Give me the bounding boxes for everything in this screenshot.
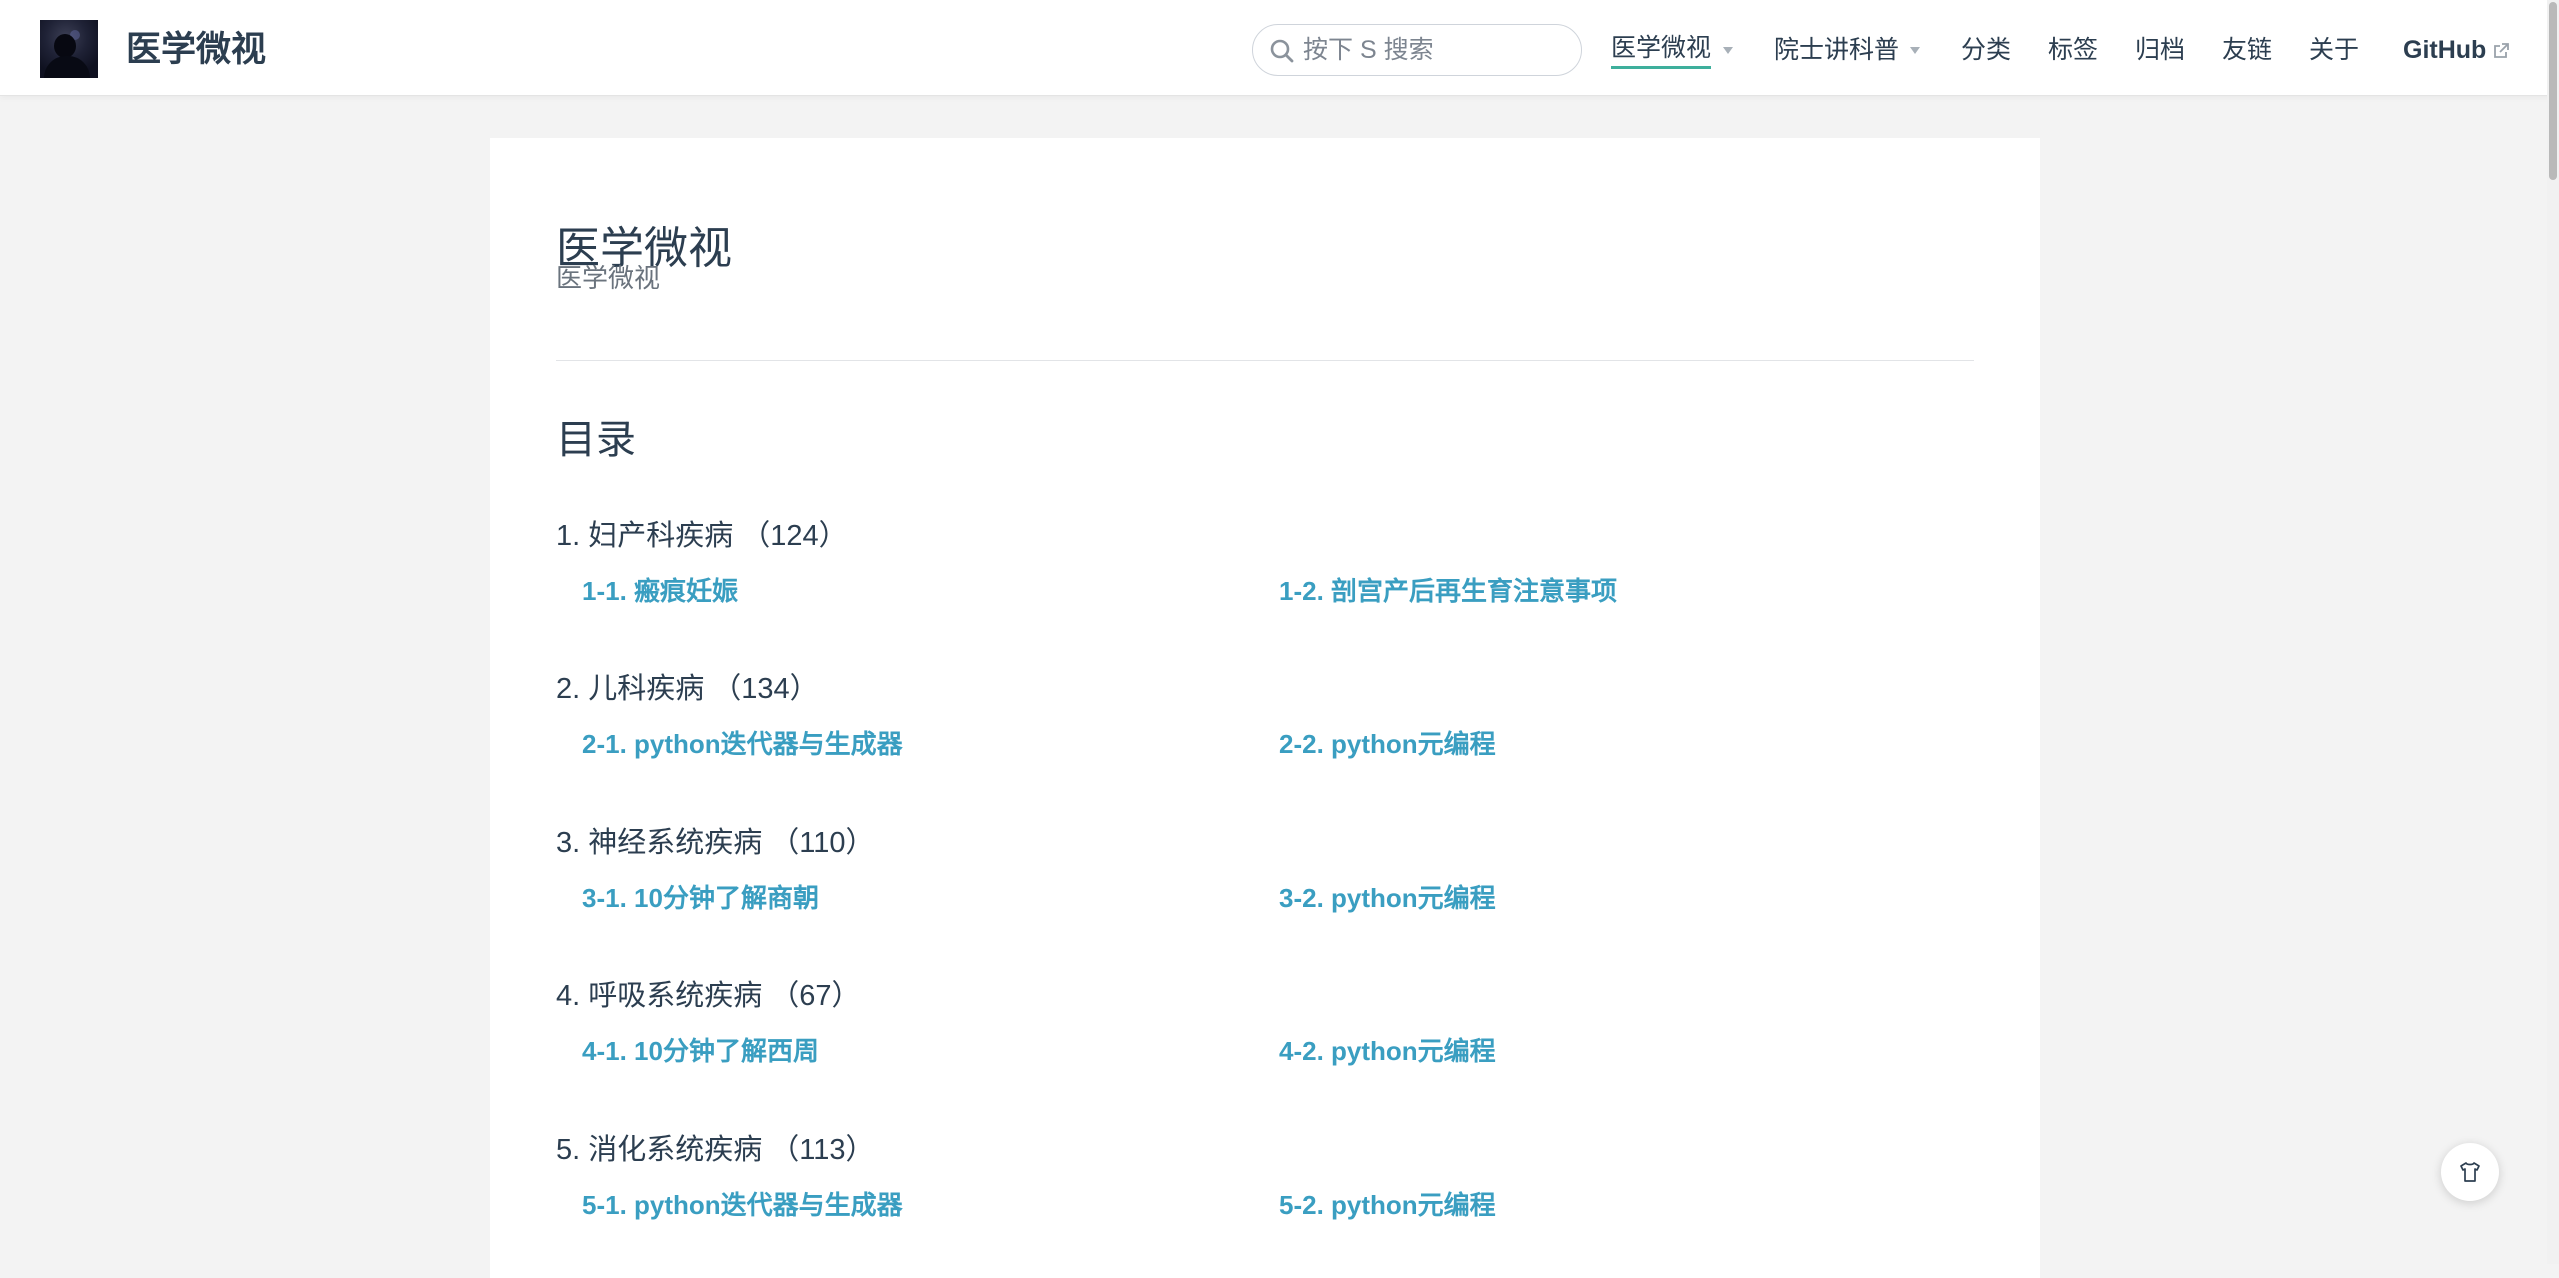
toc-link[interactable]: 3-2. python元编程 bbox=[1279, 879, 1496, 917]
caret-down-icon[interactable] bbox=[1910, 47, 1920, 54]
toc-link[interactable]: 4-2. python元编程 bbox=[1279, 1032, 1496, 1070]
toc-link[interactable]: 4-1. 10分钟了解西周 bbox=[582, 1032, 819, 1070]
tshirt-icon bbox=[2460, 1162, 2480, 1182]
toc-link[interactable]: 1-2. 剖宫产后再生育注意事项 bbox=[1279, 572, 1617, 610]
nav-item-categories[interactable]: 分类 bbox=[1961, 30, 2011, 70]
toc-link[interactable]: 2-1. python迭代器与生成器 bbox=[582, 725, 903, 763]
section-heading: 5. 消化系统疾病 （113） bbox=[556, 1134, 875, 1166]
nav-item-github[interactable]: GitHub bbox=[2403, 30, 2486, 70]
nav-item-tags[interactable]: 标签 bbox=[2048, 30, 2098, 70]
nav-item-label: 关于 bbox=[2309, 36, 2360, 64]
toc-link[interactable]: 5-2. python元编程 bbox=[1279, 1186, 1496, 1224]
divider bbox=[556, 360, 1974, 361]
caret-down-icon[interactable] bbox=[1723, 47, 1733, 54]
toc-link[interactable]: 1-1. 瘢痕妊娠 bbox=[582, 572, 738, 610]
page-subtitle: 医学微视 bbox=[556, 263, 661, 293]
search-icon bbox=[1270, 39, 1294, 63]
page-scrollbar[interactable] bbox=[2547, 0, 2559, 1264]
scrollbar-thumb[interactable] bbox=[2549, 2, 2557, 180]
nav-item-label: GitHub bbox=[2403, 36, 2487, 64]
search-box[interactable] bbox=[1252, 24, 1582, 76]
toc-link[interactable]: 2-2. python元编程 bbox=[1279, 725, 1496, 763]
search-input[interactable] bbox=[1303, 33, 1563, 67]
nav-item-label: 医学微视 bbox=[1611, 34, 1712, 62]
toc-section: 2. 儿科疾病 （134） 2-1. python迭代器与生成器 2-2. py… bbox=[556, 669, 1974, 789]
nav-item-label: 友链 bbox=[2222, 36, 2273, 64]
site-name[interactable]: 医学微视 bbox=[126, 24, 266, 76]
section-heading: 4. 呼吸系统疾病 （67） bbox=[556, 980, 861, 1012]
nav-item-label: 院士讲科普 bbox=[1774, 36, 1900, 64]
nav-item-label: 标签 bbox=[2048, 36, 2099, 64]
nav-item-academician-science[interactable]: 院士讲科普 bbox=[1774, 30, 1899, 70]
nav-item-label: 分类 bbox=[1961, 36, 2012, 64]
nav-item-archives[interactable]: 归档 bbox=[2135, 30, 2185, 70]
toc-link[interactable]: 5-1. python迭代器与生成器 bbox=[582, 1186, 903, 1224]
toc-title: 目录 bbox=[556, 418, 636, 462]
section-heading: 3. 神经系统疾病 （110） bbox=[556, 827, 875, 859]
toc-section: 1. 妇产科疾病 （124） 1-1. 瘢痕妊娠 1-2. 剖宫产后再生育注意事… bbox=[556, 516, 1974, 636]
top-navbar: 医学微视 医学微视 院士讲科普 分类 标签 归档 友链 关于 GitHub bbox=[0, 0, 2559, 96]
site-logo-avatar[interactable] bbox=[40, 20, 98, 78]
toc-section: 5. 消化系统疾病 （113） 5-1. python迭代器与生成器 5-2. … bbox=[556, 1130, 1974, 1250]
section-heading: 2. 儿科疾病 （134） bbox=[556, 673, 819, 705]
nav-item-friend-links[interactable]: 友链 bbox=[2222, 30, 2272, 70]
nav-item-about[interactable]: 关于 bbox=[2309, 30, 2359, 70]
toc-section: 4. 呼吸系统疾病 （67） 4-1. 10分钟了解西周 4-2. python… bbox=[556, 976, 1974, 1096]
section-heading: 1. 妇产科疾病 （124） bbox=[556, 520, 848, 552]
nav-item-medical-view[interactable]: 医学微视 bbox=[1611, 30, 1712, 69]
toc-link[interactable]: 3-1. 10分钟了解商朝 bbox=[582, 879, 819, 917]
theme-toggle-button[interactable] bbox=[2441, 1143, 2499, 1201]
toc-section: 3. 神经系统疾病 （110） 3-1. 10分钟了解商朝 3-2. pytho… bbox=[556, 823, 1974, 943]
nav-item-label: 归档 bbox=[2135, 36, 2186, 64]
external-link-icon bbox=[2494, 43, 2509, 58]
content-card: 医学微视 医学微视 目录 1. 妇产科疾病 （124） 1-1. 瘢痕妊娠 1-… bbox=[490, 138, 2040, 1278]
